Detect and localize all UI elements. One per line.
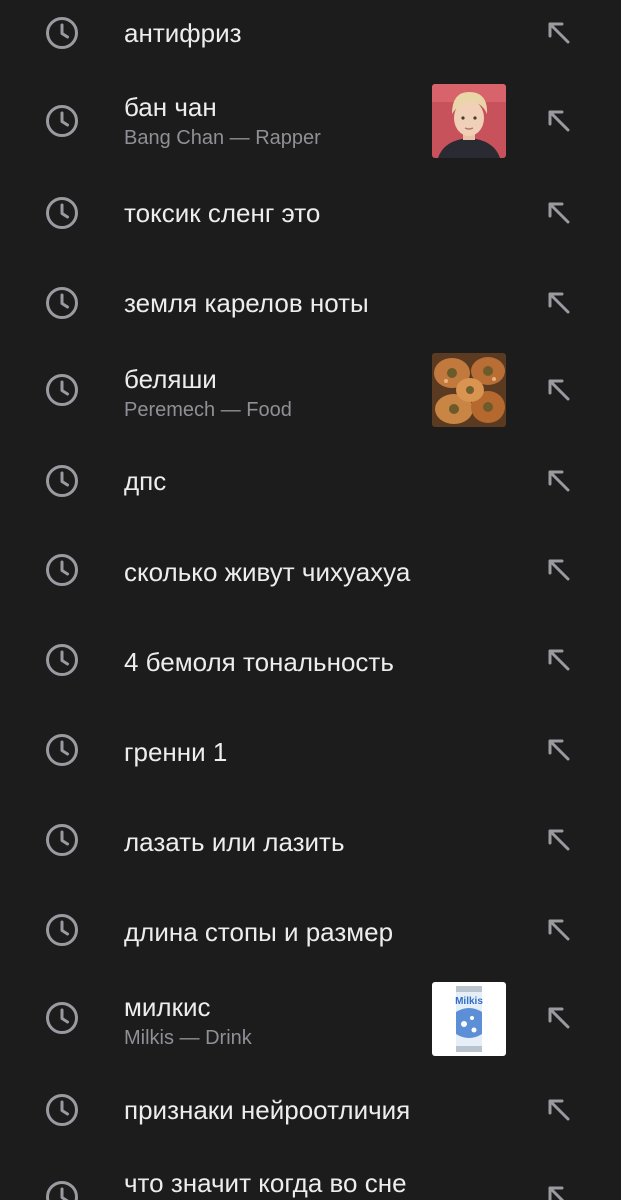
history-item-title: признаки нейроотличия <box>124 1095 411 1125</box>
clock-icon <box>45 1093 79 1127</box>
clock-icon <box>45 104 79 138</box>
history-item[interactable]: что значит когда во сне <box>0 1154 621 1200</box>
clock-icon <box>45 464 79 498</box>
clock-icon <box>45 196 79 230</box>
history-item-title: 4 бемоля тональность <box>124 647 394 677</box>
history-item[interactable]: беляши Peremech — Food <box>0 344 621 444</box>
clock-icon <box>45 286 79 320</box>
arrow-up-left-icon[interactable] <box>546 20 572 46</box>
history-item[interactable]: милкис Milkis — Drink Milkis <box>0 974 621 1074</box>
history-item[interactable]: бан чан Bang Chan — Rapper <box>0 70 621 174</box>
food-photo-thumbnail <box>432 353 506 427</box>
clock-icon <box>45 733 79 767</box>
history-item[interactable]: длина стопы и размер <box>0 884 621 974</box>
history-item[interactable]: земля карелов ноты <box>0 254 621 344</box>
clock-icon <box>45 1180 79 1200</box>
arrow-up-left-icon[interactable] <box>546 557 572 583</box>
clock-icon <box>45 823 79 857</box>
clock-icon <box>45 553 79 587</box>
arrow-up-left-icon[interactable] <box>546 647 572 673</box>
history-item[interactable]: антифриз <box>0 0 621 70</box>
history-item-title: дпс <box>124 466 167 496</box>
history-item-title: сколько живут чихуахуа <box>124 557 411 587</box>
history-item-title: лазать или лазить <box>124 827 345 857</box>
history-item-subtitle: Milkis — Drink <box>124 1027 252 1049</box>
milkis-logo-text: Milkis <box>455 996 483 1007</box>
history-item-title: токсик сленг это <box>124 198 321 228</box>
drink-can-thumbnail: Milkis <box>432 982 506 1056</box>
history-item-title: бан чан <box>124 92 217 122</box>
arrow-up-left-icon[interactable] <box>546 917 572 943</box>
history-item-subtitle: Peremech — Food <box>124 399 292 421</box>
clock-icon <box>45 373 79 407</box>
history-item-title: длина стопы и размер <box>124 917 394 947</box>
arrow-up-left-icon[interactable] <box>546 1184 572 1200</box>
arrow-up-left-icon[interactable] <box>546 108 572 134</box>
arrow-up-left-icon[interactable] <box>546 827 572 853</box>
history-item-title: гренни 1 <box>124 737 228 767</box>
history-item-title: милкис <box>124 992 211 1022</box>
history-item[interactable]: дпс <box>0 444 621 524</box>
history-item[interactable]: лазать или лазить <box>0 794 621 884</box>
arrow-up-left-icon[interactable] <box>546 468 572 494</box>
history-item[interactable]: гренни 1 <box>0 704 621 794</box>
history-item-title: что значит когда во сне <box>124 1168 407 1198</box>
arrow-up-left-icon[interactable] <box>546 737 572 763</box>
arrow-up-left-icon[interactable] <box>546 290 572 316</box>
arrow-up-left-icon[interactable] <box>546 1097 572 1123</box>
history-item[interactable]: сколько живут чихуахуа <box>0 524 621 614</box>
clock-icon <box>45 1001 79 1035</box>
arrow-up-left-icon[interactable] <box>546 377 572 403</box>
person-photo-thumbnail <box>432 84 506 158</box>
history-item-title: земля карелов ноты <box>124 288 369 318</box>
arrow-up-left-icon[interactable] <box>546 1005 572 1031</box>
history-item[interactable]: 4 бемоля тональность <box>0 614 621 704</box>
history-item-title: беляши <box>124 364 217 394</box>
arrow-up-left-icon[interactable] <box>546 200 572 226</box>
history-item-subtitle: Bang Chan — Rapper <box>124 127 321 149</box>
history-item-title: антифриз <box>124 18 242 48</box>
clock-icon <box>45 16 79 50</box>
clock-icon <box>45 913 79 947</box>
clock-icon <box>45 643 79 677</box>
history-item[interactable]: признаки нейроотличия <box>0 1074 621 1154</box>
history-item[interactable]: токсик сленг это <box>0 174 621 254</box>
